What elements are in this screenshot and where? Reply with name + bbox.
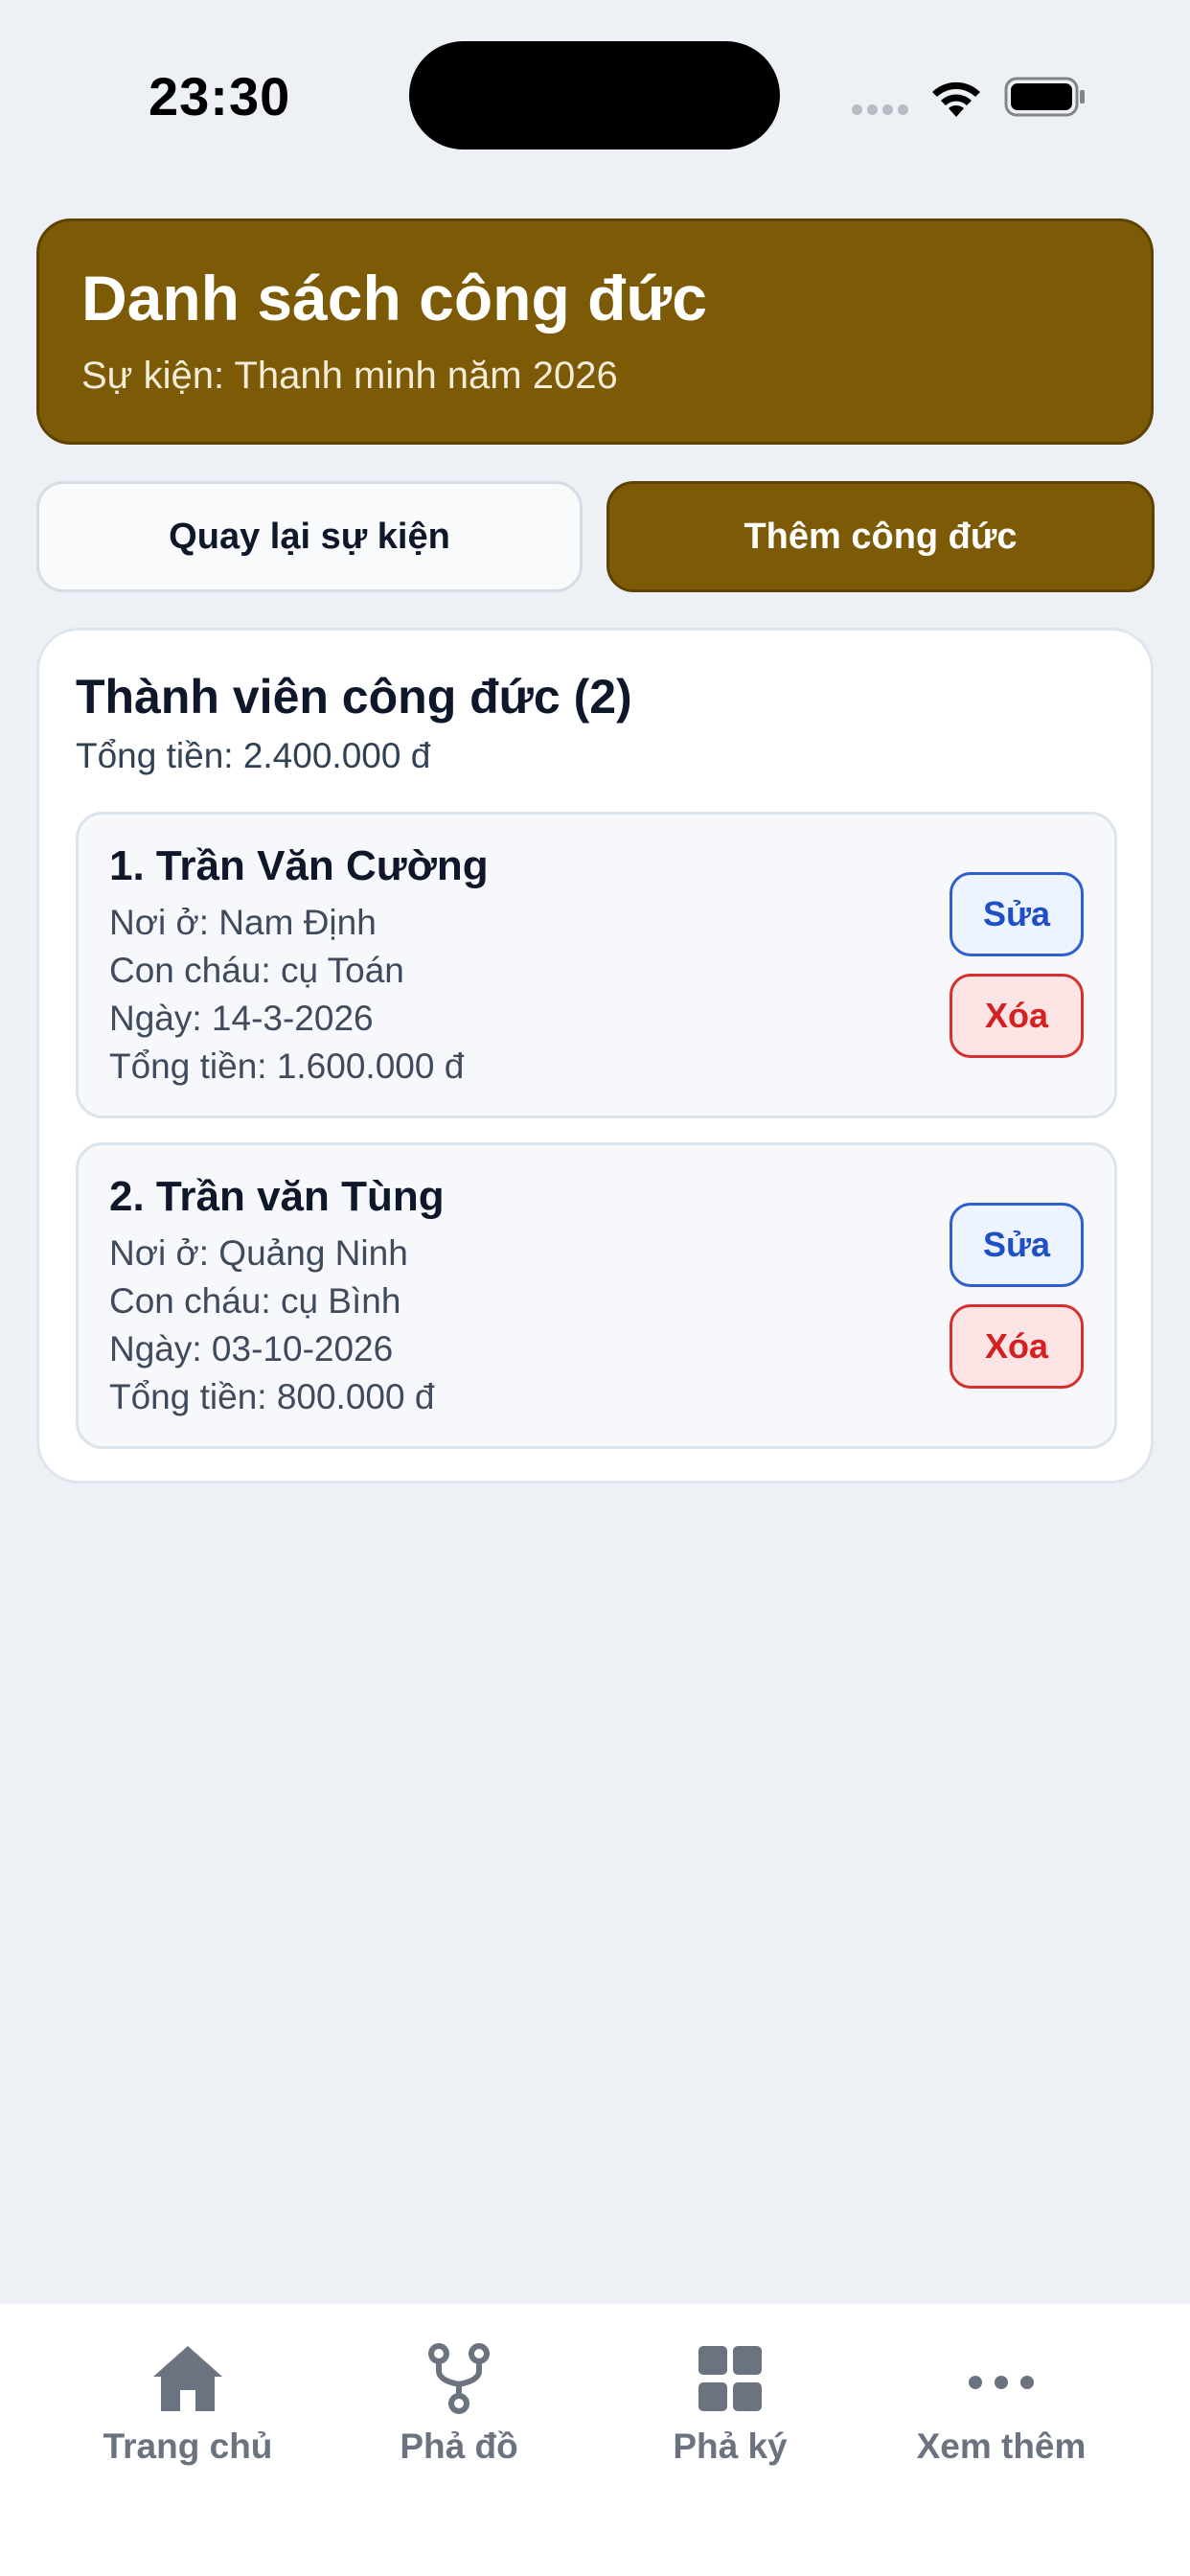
wifi-icon	[932, 81, 980, 117]
nav-item-more[interactable]: Xem thêm	[877, 2342, 1126, 2467]
nav-label: Trang chủ	[103, 2426, 273, 2466]
bottom-nav: Trang chủ Phả đồ Phả ký Xem thêm	[0, 2304, 1190, 2576]
members-card: Thành viên công đức (2) Tổng tiền: 2.400…	[36, 628, 1154, 1484]
back-to-event-button[interactable]: Quay lại sự kiện	[36, 481, 583, 592]
add-donation-button[interactable]: Thêm công đức	[606, 481, 1155, 592]
page-header: Danh sách công đức Sự kiện: Thanh minh n…	[36, 218, 1154, 445]
more-dots-icon	[969, 2376, 1034, 2389]
grid-icon	[698, 2346, 762, 2411]
delete-button[interactable]: Xóa	[950, 1304, 1084, 1389]
screen: 23:30 Danh sách công đức Sự kiện: Thanh …	[0, 0, 1190, 2576]
event-subtitle: Sự kiện: Thanh minh năm 2026	[81, 354, 618, 397]
home-icon	[153, 2346, 222, 2411]
battery-icon	[1004, 77, 1085, 117]
member-item: 2. Trần văn Tùng Nơi ở: Quảng Ninh Con c…	[76, 1142, 1117, 1449]
member-item: 1. Trần Văn Cường Nơi ở: Nam Định Con ch…	[76, 812, 1117, 1118]
nav-label: Xem thêm	[916, 2426, 1087, 2466]
status-time: 23:30	[149, 66, 291, 126]
signal-dots-icon	[852, 103, 913, 120]
nav-item-records[interactable]: Phả ký	[606, 2342, 855, 2467]
members-total: Tổng tiền: 2.400.000 đ	[76, 736, 431, 775]
family-tree-icon	[428, 2343, 490, 2414]
nav-label: Phả ký	[673, 2426, 788, 2466]
dynamic-island	[409, 41, 780, 150]
members-title: Thành viên công đức (2)	[76, 670, 632, 724]
page-title: Danh sách công đức	[81, 263, 707, 334]
nav-item-family-tree[interactable]: Phả đồ	[334, 2342, 584, 2467]
nav-label: Phả đồ	[400, 2426, 518, 2466]
nav-item-home[interactable]: Trang chủ	[63, 2342, 312, 2467]
edit-button[interactable]: Sửa	[950, 872, 1084, 956]
edit-button[interactable]: Sửa	[950, 1203, 1084, 1287]
status-bar: 23:30	[0, 0, 1190, 192]
delete-button[interactable]: Xóa	[950, 974, 1084, 1058]
